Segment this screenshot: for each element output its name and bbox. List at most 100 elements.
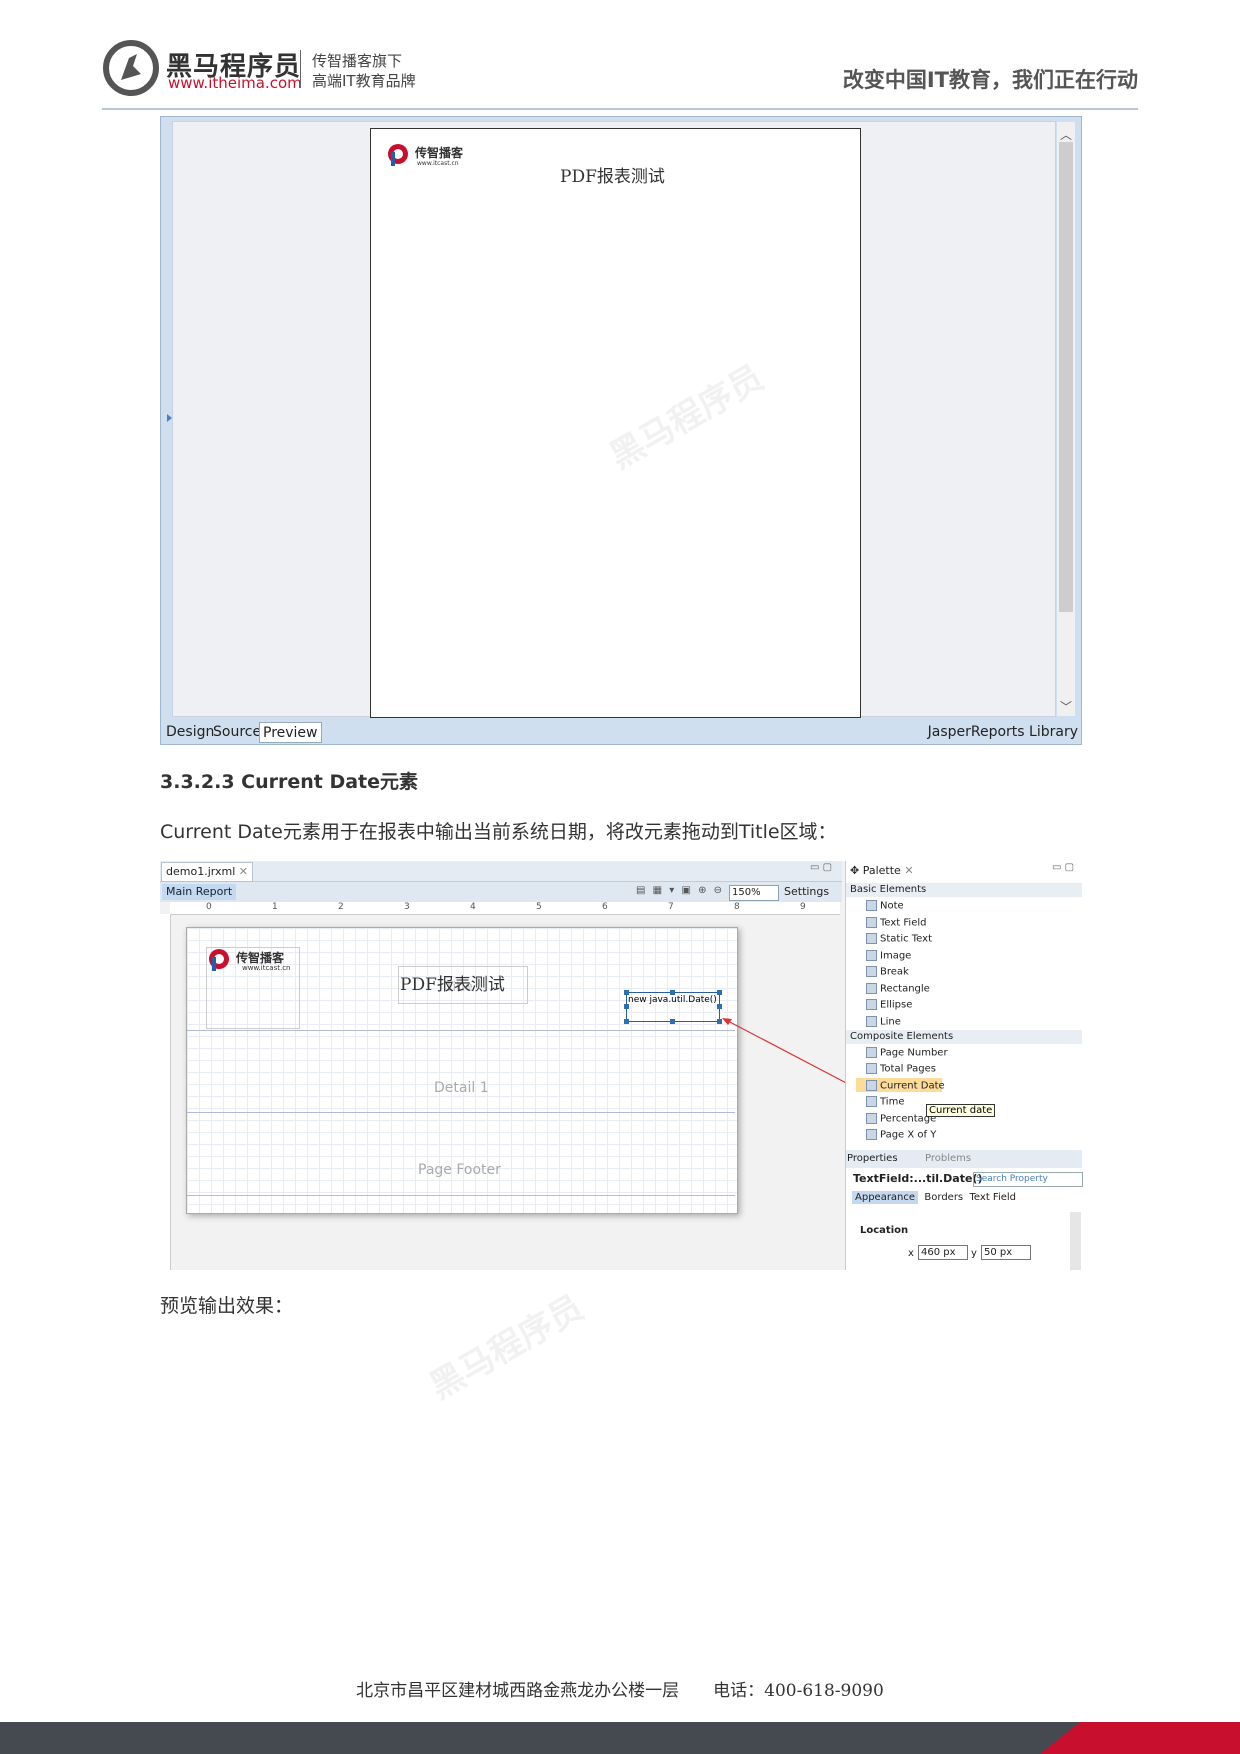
ruler-tick: 0 <box>206 902 212 912</box>
percentage-icon <box>866 1113 877 1124</box>
itcast-logo-icon <box>388 144 408 166</box>
section-paragraph: Current Date元素用于在报表中输出当前系统日期，将改元素拖动到Titl… <box>160 821 837 843</box>
palette-item-label: Break <box>880 966 909 978</box>
resize-handle[interactable] <box>717 1004 722 1009</box>
palette-item-label: Page Number <box>880 1047 948 1059</box>
problems-tab[interactable]: Problems <box>925 1151 971 1167</box>
palette-item-label: Text Field <box>880 917 927 929</box>
location-section-header[interactable]: Location <box>860 1225 908 1236</box>
band-label-detail: Detail 1 <box>434 1080 489 1096</box>
line-icon <box>866 1016 877 1027</box>
palette-item-label: Time <box>880 1096 905 1108</box>
design-report-title[interactable]: PDF报表测试 <box>400 970 505 995</box>
minimize-maximize-icon[interactable]: ▭ ▢ <box>1052 862 1074 873</box>
total-pages-icon <box>866 1063 877 1074</box>
brand-url: www.itheima.com <box>168 74 302 92</box>
palette-item-label: Current Date <box>880 1080 945 1092</box>
file-tab-label: demo1.jrxml <box>166 865 236 878</box>
editor-file-tab[interactable]: demo1.jrxml ✕ <box>161 862 253 882</box>
itcast-logo-url: www.itcast.cn <box>242 964 291 972</box>
current-date-text-field[interactable]: new java.util.Date() <box>626 992 720 1022</box>
section-heading: 3.3.2.3 Current Date元素 <box>160 771 419 793</box>
text-field-icon <box>866 917 877 928</box>
palette-item-line[interactable]: Line <box>866 1016 901 1028</box>
scrollbar-thumb[interactable] <box>1059 142 1073 612</box>
page-x-of-y-icon <box>866 1129 877 1140</box>
image-icon <box>866 950 877 961</box>
brand-separator <box>300 50 301 88</box>
resize-handle[interactable] <box>670 1019 675 1024</box>
palette-item-total-pages[interactable]: Total Pages <box>866 1063 936 1075</box>
resize-handle[interactable] <box>670 990 675 995</box>
palette-item-page-x-of-y[interactable]: Page X of Y <box>866 1129 936 1141</box>
preview-report-title: PDF报表测试 <box>560 167 665 187</box>
palette-item-image[interactable]: Image <box>866 950 911 962</box>
palette-item-label: Static Text <box>880 933 932 945</box>
palette-item-current-date[interactable]: Current Date <box>866 1080 945 1092</box>
palette-item-label: Total Pages <box>880 1063 936 1075</box>
brand-tagline-1: 传智播客旗下 <box>312 52 403 70</box>
ellipse-icon <box>866 999 877 1010</box>
footer-band-divider[interactable] <box>187 1195 735 1196</box>
tab-appearance[interactable]: Appearance <box>852 1191 919 1204</box>
location-y-input[interactable]: 50 px <box>981 1245 1031 1260</box>
resize-handle[interactable] <box>624 1019 629 1024</box>
tab-preview[interactable]: Preview <box>259 722 322 743</box>
palette-tab[interactable]: ✥ Palette ✕ <box>846 862 918 880</box>
zoom-select[interactable]: 150% <box>729 885 779 901</box>
settings-button[interactable]: Settings <box>784 884 829 900</box>
close-icon[interactable]: ✕ <box>904 864 913 877</box>
horse-logo-icon <box>103 40 159 96</box>
ruler-tick: 5 <box>536 902 542 912</box>
vertical-ruler <box>160 914 171 1270</box>
ruler-tick: 4 <box>470 902 476 912</box>
resize-handle[interactable] <box>624 1004 629 1009</box>
search-property-input[interactable]: Search Property <box>973 1172 1083 1187</box>
tab-borders[interactable]: Borders <box>924 1192 963 1203</box>
properties-tab[interactable]: Properties <box>847 1151 898 1167</box>
palette-item-time[interactable]: Time <box>866 1096 904 1108</box>
expand-arrow-icon[interactable] <box>167 414 172 422</box>
close-icon[interactable]: ✕ <box>239 865 248 878</box>
itcast-logo: 传智播客 www.itcast.cn <box>385 142 475 172</box>
palette-item-label: Note <box>880 900 904 912</box>
palette-item-text-field[interactable]: Text Field <box>866 917 926 929</box>
palette-item-note[interactable]: Note <box>866 900 904 912</box>
calendar-icon <box>866 1080 877 1091</box>
palette-item-ellipse[interactable]: Ellipse <box>866 999 912 1011</box>
tab-source[interactable]: Source <box>210 722 264 743</box>
itcast-logo-text: 传智播客 <box>415 146 464 160</box>
header-divider <box>102 108 1138 110</box>
palette-item-static-text[interactable]: Static Text <box>866 933 932 945</box>
properties-scrollbar[interactable] <box>1070 1212 1081 1270</box>
time-icon <box>866 1096 877 1107</box>
palette-item-page-number[interactable]: Page Number <box>866 1047 948 1059</box>
break-icon <box>866 966 877 977</box>
tab-text-field[interactable]: Text Field <box>970 1192 1016 1203</box>
resize-handle[interactable] <box>717 990 722 995</box>
location-x-input[interactable]: 460 px <box>918 1245 968 1260</box>
scroll-down-icon[interactable]: ﹀ <box>1060 698 1072 715</box>
preview-page <box>370 128 861 718</box>
ruler-tick: 2 <box>338 902 344 912</box>
scroll-up-icon[interactable]: ︿ <box>1060 126 1072 143</box>
minimize-maximize-icon[interactable]: ▭ ▢ <box>810 862 832 873</box>
palette-item-break[interactable]: Break <box>866 966 909 978</box>
editor-tab-bar <box>160 861 842 882</box>
location-x-label: x <box>908 1248 914 1259</box>
title-band-divider[interactable] <box>187 1030 735 1031</box>
ruler-tick: 6 <box>602 902 608 912</box>
current-date-tooltip: Current date <box>926 1104 996 1117</box>
composite-elements-header[interactable]: Composite Elements <box>846 1030 1082 1044</box>
palette-item-rectangle[interactable]: Rectangle <box>866 983 930 995</box>
main-report-button[interactable]: Main Report <box>162 884 237 900</box>
itcast-logo-icon <box>209 949 229 971</box>
basic-elements-header[interactable]: Basic Elements <box>846 883 1082 897</box>
page-number-icon <box>866 1047 877 1058</box>
detail-band-divider[interactable] <box>187 1112 735 1113</box>
resize-handle[interactable] <box>624 990 629 995</box>
palette-item-label: Line <box>880 1016 901 1028</box>
palette-item-label: Rectangle <box>880 983 930 995</box>
design-itcast-logo[interactable]: 传智播客 www.itcast.cn <box>206 947 300 975</box>
toolbar-icons[interactable]: ▤ ▦ ▾ ▣ ⊕ ⊖ <box>636 885 724 896</box>
